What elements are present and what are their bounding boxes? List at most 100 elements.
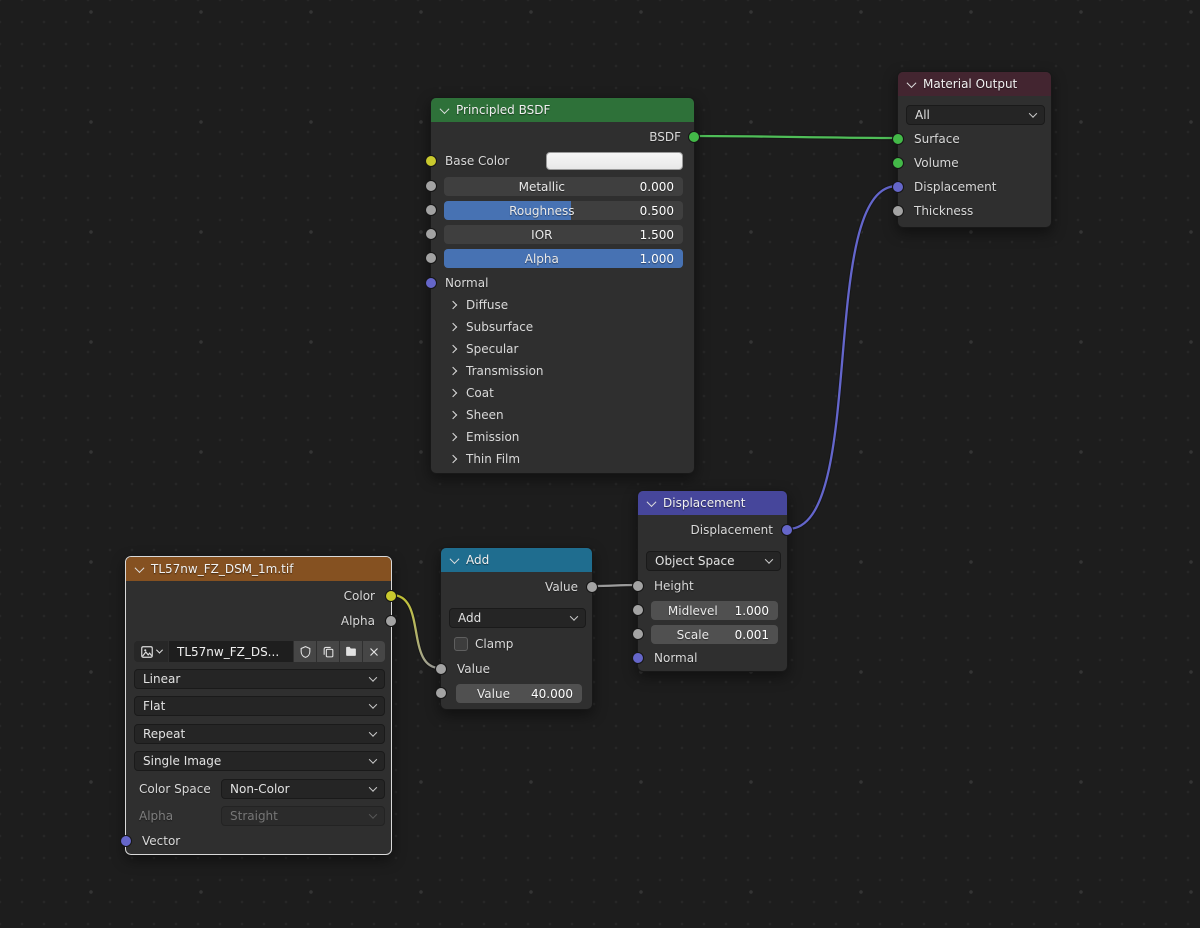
fake-user-button[interactable] xyxy=(294,641,316,662)
image-icon xyxy=(140,645,154,659)
collapse-chevron-icon[interactable] xyxy=(907,78,917,88)
chevron-down-icon xyxy=(156,647,163,654)
color-space-dropdown[interactable]: Non-Color xyxy=(221,779,385,799)
surface-input-label: Surface xyxy=(914,131,960,147)
metallic-slider[interactable]: Metallic 0.000 xyxy=(444,177,683,196)
clamp-label: Clamp xyxy=(475,636,513,652)
panel-sheen[interactable]: Sheen xyxy=(431,404,694,426)
base-color-label: Base Color xyxy=(445,153,509,169)
alpha-mode-dropdown[interactable]: Straight xyxy=(221,806,385,826)
height-input-label: Height xyxy=(654,578,694,594)
displacement-header[interactable]: Displacement xyxy=(638,491,787,515)
alpha-output-label: Alpha xyxy=(341,613,375,629)
chevron-down-icon xyxy=(1029,109,1037,117)
panel-specular[interactable]: Specular xyxy=(431,338,694,360)
add-header[interactable]: Add xyxy=(441,548,592,572)
node-image-texture[interactable]: TL57nw_FZ_DSM_1m.tif Color Alpha TL57nw_… xyxy=(125,556,392,855)
close-icon xyxy=(368,646,380,658)
normal-input-socket[interactable] xyxy=(632,652,644,664)
collapse-chevron-icon[interactable] xyxy=(647,497,657,507)
base-color-socket[interactable] xyxy=(425,155,437,167)
node-principled-bsdf[interactable]: Principled BSDF BSDF Base Color Metallic… xyxy=(430,97,695,474)
bsdf-output-socket[interactable] xyxy=(688,131,700,143)
color-output-socket[interactable] xyxy=(385,590,397,602)
node-title: Displacement xyxy=(663,496,746,510)
midlevel-field[interactable]: Midlevel 1.000 xyxy=(651,601,778,620)
thickness-input-socket[interactable] xyxy=(892,205,904,217)
normal-label: Normal xyxy=(445,275,488,291)
alpha-socket[interactable] xyxy=(425,252,437,264)
roughness-slider[interactable]: Roughness 0.500 xyxy=(444,201,683,220)
base-color-swatch[interactable] xyxy=(546,152,683,170)
chevron-right-icon xyxy=(449,389,457,397)
material-output-header[interactable]: Material Output xyxy=(898,72,1051,96)
target-dropdown[interactable]: All xyxy=(906,105,1045,125)
image-texture-header[interactable]: TL57nw_FZ_DSM_1m.tif xyxy=(126,557,391,581)
open-image-button[interactable] xyxy=(340,641,362,662)
panel-diffuse[interactable]: Diffuse xyxy=(431,294,694,316)
extension-dropdown[interactable]: Repeat xyxy=(134,724,385,744)
chevron-down-icon xyxy=(570,612,578,620)
collapse-chevron-icon[interactable] xyxy=(450,554,460,564)
panel-transmission[interactable]: Transmission xyxy=(431,360,694,382)
scale-socket[interactable] xyxy=(632,628,644,640)
chevron-down-icon xyxy=(369,783,377,791)
collapse-chevron-icon[interactable] xyxy=(135,563,145,573)
displacement-input-label: Displacement xyxy=(914,179,997,195)
node-title: Add xyxy=(466,553,489,567)
color-output-label: Color xyxy=(344,588,375,604)
operation-dropdown[interactable]: Add xyxy=(449,608,586,628)
chevron-down-icon xyxy=(369,755,377,763)
roughness-socket[interactable] xyxy=(425,204,437,216)
duplicate-image-button[interactable] xyxy=(317,641,339,662)
surface-input-socket[interactable] xyxy=(892,133,904,145)
vector-input-socket[interactable] xyxy=(120,835,132,847)
alpha-slider[interactable]: Alpha 1.000 xyxy=(444,249,683,268)
interpolation-dropdown[interactable]: Linear xyxy=(134,669,385,689)
value-output-socket[interactable] xyxy=(586,581,598,593)
value-field[interactable]: Value 40.000 xyxy=(456,684,582,703)
principled-bsdf-header[interactable]: Principled BSDF xyxy=(431,98,694,122)
wire-add-to-height xyxy=(593,585,637,586)
chevron-right-icon xyxy=(449,301,457,309)
midlevel-socket[interactable] xyxy=(632,604,644,616)
volume-input-socket[interactable] xyxy=(892,157,904,169)
chevron-down-icon xyxy=(369,810,377,818)
chevron-right-icon xyxy=(449,455,457,463)
copy-icon xyxy=(322,645,335,659)
node-add-math[interactable]: Add Value Add Clamp Value Value 40.000 xyxy=(440,547,593,710)
panel-subsurface[interactable]: Subsurface xyxy=(431,316,694,338)
shield-icon xyxy=(299,645,312,659)
chevron-down-icon xyxy=(369,673,377,681)
image-name-field[interactable]: TL57nw_FZ_DS... xyxy=(169,641,293,662)
thickness-input-label: Thickness xyxy=(914,203,973,219)
value-input-socket[interactable] xyxy=(435,663,447,675)
color-space-label: Color Space xyxy=(139,781,211,797)
source-dropdown[interactable]: Single Image xyxy=(134,751,385,771)
space-dropdown[interactable]: Object Space xyxy=(646,551,781,571)
displacement-output-socket[interactable] xyxy=(781,524,793,536)
collapse-chevron-icon[interactable] xyxy=(440,104,450,114)
metallic-socket[interactable] xyxy=(425,180,437,192)
ior-slider[interactable]: IOR 1.500 xyxy=(444,225,683,244)
scale-field[interactable]: Scale 0.001 xyxy=(651,625,778,644)
alpha-output-socket[interactable] xyxy=(385,615,397,627)
chevron-right-icon xyxy=(449,411,457,419)
ior-socket[interactable] xyxy=(425,228,437,240)
node-displacement[interactable]: Displacement Displacement Object Space H… xyxy=(637,490,788,672)
displacement-input-socket[interactable] xyxy=(892,181,904,193)
chevron-right-icon xyxy=(449,367,457,375)
unlink-image-button[interactable] xyxy=(363,641,385,662)
projection-dropdown[interactable]: Flat xyxy=(134,696,385,716)
clamp-checkbox[interactable] xyxy=(454,637,468,651)
panel-thin-film[interactable]: Thin Film xyxy=(431,448,694,470)
value2-socket[interactable] xyxy=(435,687,447,699)
folder-icon xyxy=(344,645,358,658)
height-input-socket[interactable] xyxy=(632,580,644,592)
panel-emission[interactable]: Emission xyxy=(431,426,694,448)
normal-socket[interactable] xyxy=(425,277,437,289)
image-browse-button[interactable] xyxy=(134,641,168,662)
wire-color-to-add-value xyxy=(392,595,440,668)
panel-coat[interactable]: Coat xyxy=(431,382,694,404)
node-material-output[interactable]: Material Output All Surface Volume Displ… xyxy=(897,71,1052,228)
